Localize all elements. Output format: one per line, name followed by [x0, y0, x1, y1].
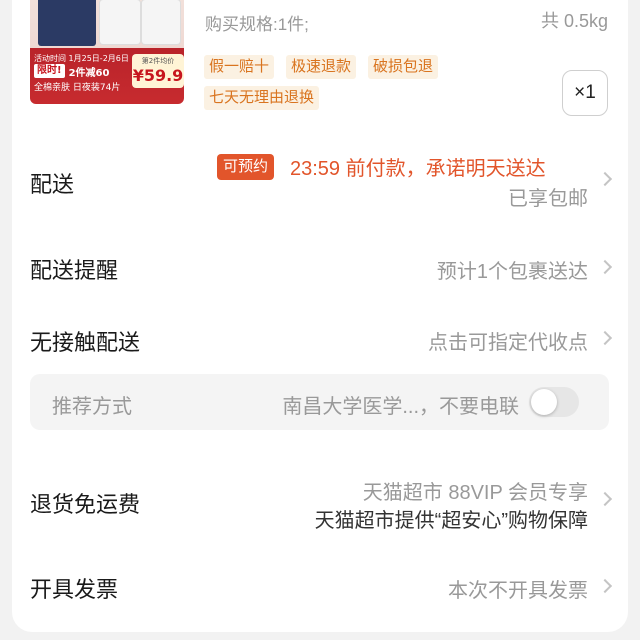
service-tag: 假一赔十	[204, 55, 275, 79]
delivery-promise: 23:59 前付款，承诺明天送达	[290, 158, 546, 180]
recommend-label: 推荐方式	[52, 396, 132, 418]
delivery-label: 配送	[30, 172, 75, 197]
thumb-price-box: 第2件均价 ¥59.9	[132, 54, 184, 88]
product-spec: 购买规格:1件;	[205, 15, 309, 34]
product-package-image	[38, 0, 96, 46]
service-tag: 极速退款	[286, 55, 357, 79]
product-thumbnail[interactable]: 活动时间 1月25日-2月6日 限时! 2件减60 全棉亲肤 日夜装74片 第2…	[30, 0, 184, 104]
toggle-knob	[531, 389, 557, 415]
contactless-value[interactable]: 点击可指定代收点	[428, 326, 588, 355]
thumb-price-caption: 第2件均价	[141, 57, 175, 65]
return-shipping-label: 退货免运费	[30, 492, 141, 517]
shipping-free-text: 已享包邮	[508, 188, 588, 210]
product-package-image	[142, 0, 180, 44]
thumb-price: ¥59.9	[132, 66, 184, 85]
thumb-bottom-text: 全棉亲肤 日夜装74片	[34, 83, 121, 93]
invoice-value[interactable]: 本次不开具发票	[448, 574, 588, 603]
product-package-image	[100, 0, 140, 44]
return-shipping-line2: 天猫超市提供“超安心”购物保障	[314, 510, 588, 532]
contactless-label: 无接触配送	[30, 330, 141, 355]
recommend-toggle[interactable]	[529, 387, 579, 417]
recommend-box: 推荐方式 南昌大学医学...，不要电联	[30, 374, 609, 430]
service-tag: 七天无理由退换	[204, 86, 320, 110]
delivery-reminder-label: 配送提醒	[30, 258, 119, 283]
thumb-promo-chip: 限时!	[34, 64, 65, 78]
page-bottom-gap	[0, 634, 640, 640]
thumb-promo: 限时! 2件减60	[34, 63, 109, 79]
invoice-label: 开具发票	[30, 577, 119, 602]
recommend-value: 南昌大学医学...，不要电联	[282, 396, 519, 418]
product-weight: 共 0.5kg	[540, 11, 608, 31]
quantity-button[interactable]: ×1	[562, 70, 608, 116]
thumb-promo-text: 2件减60	[68, 67, 110, 79]
delivery-reminder-value[interactable]: 预计1个包裹送达	[437, 255, 588, 284]
preorder-badge: 可预约	[217, 154, 275, 180]
return-shipping-line1: 天猫超市 88VIP 会员专享	[362, 482, 588, 504]
service-tag: 破损包退	[368, 55, 439, 79]
